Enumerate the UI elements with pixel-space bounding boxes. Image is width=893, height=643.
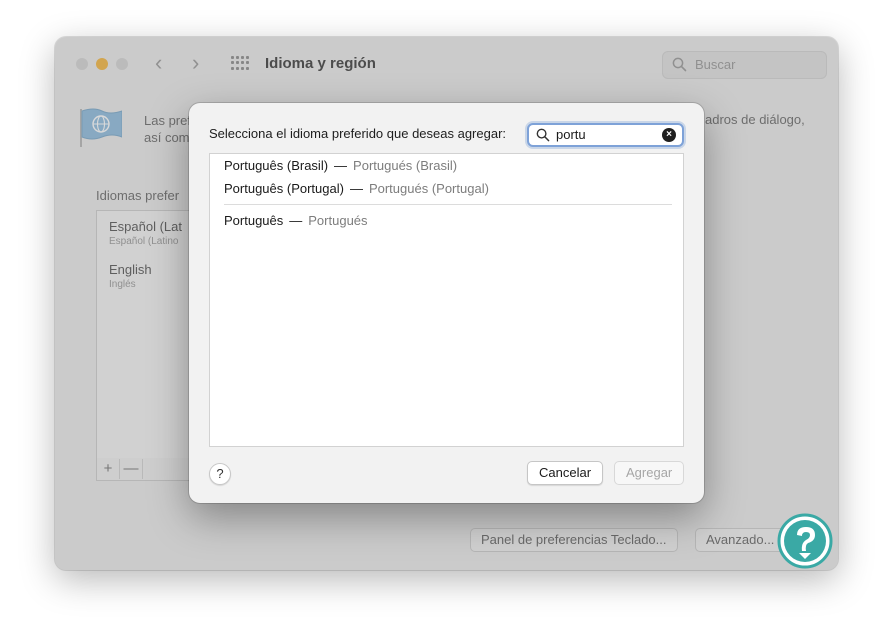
language-native-name: Português (Portugal) xyxy=(224,181,344,196)
separator-dash: — xyxy=(334,158,348,173)
search-icon xyxy=(536,128,550,142)
language-search-field[interactable]: portu × xyxy=(527,123,684,147)
list-item[interactable]: Português (Portugal) — Portugués (Portugal… xyxy=(224,181,489,196)
list-item[interactable]: Português — Portugués xyxy=(224,213,368,228)
group-divider xyxy=(224,204,672,205)
cancel-button[interactable]: Cancelar xyxy=(527,461,604,485)
clear-icon[interactable]: × xyxy=(662,128,676,142)
separator-dash: — xyxy=(289,213,303,228)
add-language-sheet: Selecciona el idioma preferido que desea… xyxy=(189,103,704,503)
language-results-list[interactable]: Português (Brasil) — Portugués (Brasil) Po… xyxy=(209,153,684,447)
add-button[interactable]: Agregar xyxy=(614,461,685,485)
language-translation: Portugués (Portugal) xyxy=(368,181,489,196)
sheet-prompt: Selecciona el idioma preferido que desea… xyxy=(209,126,507,141)
language-native-name: Português (Brasil) xyxy=(224,158,329,173)
list-item[interactable]: Português (Brasil) — Portugués (Brasil) xyxy=(224,158,457,173)
language-translation: Portugués xyxy=(308,213,368,228)
watermark-logo xyxy=(777,513,833,569)
language-translation: Portugués (Brasil) xyxy=(353,158,458,173)
search-query: portu xyxy=(556,127,586,142)
help-icon[interactable]: ? xyxy=(209,463,231,485)
language-native-name: Português xyxy=(224,213,284,228)
separator-dash: — xyxy=(349,181,363,196)
